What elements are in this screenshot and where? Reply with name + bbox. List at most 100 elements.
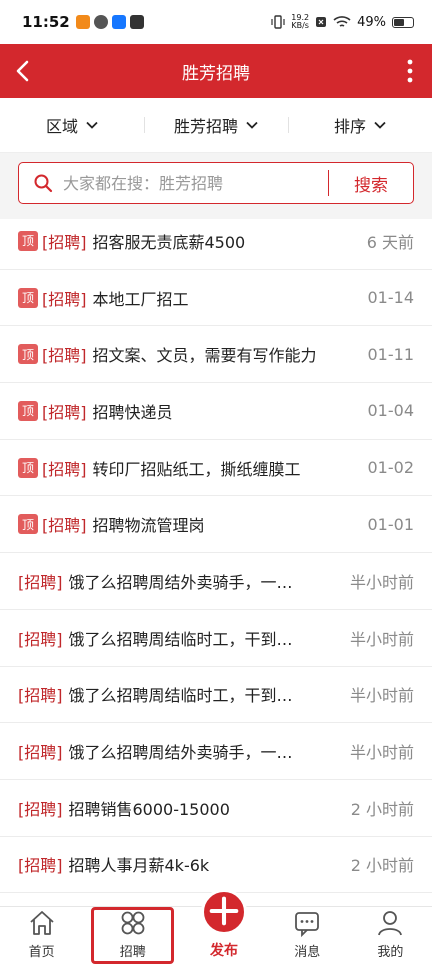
item-date: 01-14 [367, 288, 415, 308]
vibrate-icon [271, 15, 285, 29]
item-tag: [招聘] [42, 459, 87, 479]
status-bar: 11:52 19.2 KB/s 49% [0, 0, 432, 44]
list-item[interactable]: [招聘] 饿了么招聘周结临时工，干到… 半小时前 [0, 610, 432, 667]
item-date: 01-04 [367, 401, 415, 421]
sim-icon [316, 17, 327, 27]
item-tag: [招聘] [18, 856, 63, 876]
item-date: 2 小时前 [350, 799, 414, 819]
screen: 11:52 19.2 KB/s 49% 胜芳招聘 区域 胜芳招聘 排序 大家都在… [0, 0, 432, 964]
nav-jobs[interactable]: 招聘 [91, 907, 175, 964]
filter-label: 区域 [45, 117, 78, 136]
item-title: 饿了么招聘周结临时工，干到… [68, 686, 293, 706]
title-bar: 胜芳招聘 [0, 44, 432, 98]
home-icon [29, 911, 54, 935]
item-title: 饿了么招聘周结外卖骑手，一… [68, 572, 293, 592]
list-item[interactable]: 顶 [招聘] 招文案、文员，需要有写作能力 01-11 [0, 326, 432, 384]
filter-sort[interactable]: 排序 [288, 113, 432, 137]
item-tag: [招聘] [42, 516, 87, 536]
pinned-badge: 顶 [18, 400, 38, 421]
item-title: 招聘物流管理岗 [92, 516, 205, 536]
wifi-icon [333, 16, 351, 27]
item-date: 01-11 [367, 344, 415, 364]
item-tag: [招聘] [18, 743, 63, 763]
item-date: 半小时前 [349, 629, 414, 649]
search-icon [34, 174, 53, 193]
item-date: 2 小时前 [350, 856, 414, 876]
item-date: 半小时前 [349, 686, 414, 706]
notification-app-icon [93, 15, 108, 29]
nav-profile[interactable]: 我的 [349, 907, 432, 964]
item-title: 本地工厂招工 [92, 289, 189, 309]
item-date: 6 天前 [366, 232, 414, 252]
list-item[interactable]: 顶 [招聘] 转印厂招贴纸工，撕纸缠膜工 01-02 [0, 440, 432, 497]
search-button[interactable]: 搜索 [329, 171, 413, 196]
list-item[interactable]: [招聘] 招聘人事月薪4k-6k 2 小时前 [0, 837, 432, 894]
list-item[interactable]: 顶 [招聘] 本地工厂招工 01-14 [0, 270, 432, 327]
item-title: 招聘人事月薪4k-6k [68, 856, 210, 876]
item-title: 招客服无责底薪4500 [92, 232, 246, 252]
search-box: 搜索 [18, 162, 414, 204]
filter-bar: 区域 胜芳招聘 排序 [0, 98, 432, 153]
battery-icon [392, 16, 414, 28]
notification-app-icon [129, 15, 144, 29]
item-date: 01-01 [367, 514, 415, 534]
item-date: 半小时前 [349, 572, 414, 592]
item-title: 饿了么招聘周结外卖骑手，一… [68, 743, 293, 763]
item-tag: [招聘] [42, 402, 87, 422]
item-title: 招聘销售6000-15000 [68, 799, 230, 819]
pinned-badge: 顶 [18, 230, 38, 251]
item-tag: [招聘] [18, 799, 63, 819]
item-tag: [招聘] [18, 686, 63, 706]
pinned-badge: 顶 [18, 514, 38, 535]
nav-home[interactable]: 首页 [0, 907, 83, 964]
list-item[interactable]: 顶 [招聘] 招客服无责底薪4500 6 天前 [0, 213, 432, 270]
battery-percent: 49% [357, 14, 386, 30]
nav-label: 发布 [210, 943, 238, 959]
search-input[interactable] [63, 173, 328, 193]
item-date: 01-02 [367, 458, 415, 478]
item-title: 饿了么招聘周结临时工，干到… [68, 629, 293, 649]
list-item[interactable]: 顶 [招聘] 招聘快递员 01-04 [0, 383, 432, 440]
list-item[interactable]: [招聘] 招聘销售6000-15000 2 小时前 [0, 780, 432, 837]
publish-button[interactable] [201, 889, 247, 935]
notification-app-icon [75, 15, 90, 29]
job-list: 顶 [招聘] 招客服无责底薪4500 6 天前顶 [招聘] 本地工厂招工 01-14 顶 [招聘… [0, 213, 432, 950]
filter-region[interactable]: 区域 [0, 113, 144, 137]
network-speed: 19.2 KB/s [291, 14, 309, 30]
item-tag: [招聘] [42, 289, 87, 309]
nav-label: 首页 [28, 945, 55, 960]
chevron-down-icon [86, 121, 98, 129]
filter-category[interactable]: 胜芳招聘 [144, 113, 288, 137]
grid-icon [121, 911, 145, 935]
back-arrow-icon[interactable] [10, 57, 38, 85]
pinned-badge: 顶 [18, 287, 38, 308]
item-tag: [招聘] [42, 346, 87, 366]
alipay-notification-icon [111, 15, 126, 29]
nav-label: 招聘 [119, 945, 146, 960]
list-item[interactable]: 顶 [招聘] 招聘物流管理岗 01-01 [0, 496, 432, 554]
pinned-badge: 顶 [18, 457, 38, 478]
nav-messages[interactable]: 消息 [266, 907, 349, 964]
search-area: 搜索 [0, 153, 432, 219]
pinned-badge: 顶 [18, 344, 38, 365]
more-options-icon[interactable] [406, 58, 414, 84]
bottom-nav: 首页 招聘 发布 消息 我的 [0, 889, 432, 964]
message-icon [295, 912, 320, 938]
nav-label: 我的 [377, 945, 404, 960]
page-title: 胜芳招聘 [182, 63, 250, 84]
status-time: 11:52 [22, 13, 70, 31]
list-item[interactable]: [招聘] 饿了么招聘周结外卖骑手，一… 半小时前 [0, 553, 432, 610]
filter-label: 胜芳招聘 [173, 117, 238, 136]
nav-publish[interactable]: 发布 [182, 889, 265, 964]
chevron-down-icon [374, 121, 386, 129]
item-tag: [招聘] [18, 629, 63, 649]
item-date: 半小时前 [349, 743, 414, 763]
filter-label: 排序 [333, 117, 366, 136]
item-tag: [招聘] [18, 572, 63, 592]
list-item[interactable]: [招聘] 饿了么招聘周结外卖骑手，一… 半小时前 [0, 723, 432, 780]
item-tag: [招聘] [42, 232, 87, 252]
plus-icon [209, 896, 239, 925]
item-title: 招文案、文员，需要有写作能力 [92, 346, 317, 366]
list-item[interactable]: [招聘] 饿了么招聘周结临时工，干到… 半小时前 [0, 667, 432, 724]
item-title: 招聘快递员 [92, 402, 173, 422]
